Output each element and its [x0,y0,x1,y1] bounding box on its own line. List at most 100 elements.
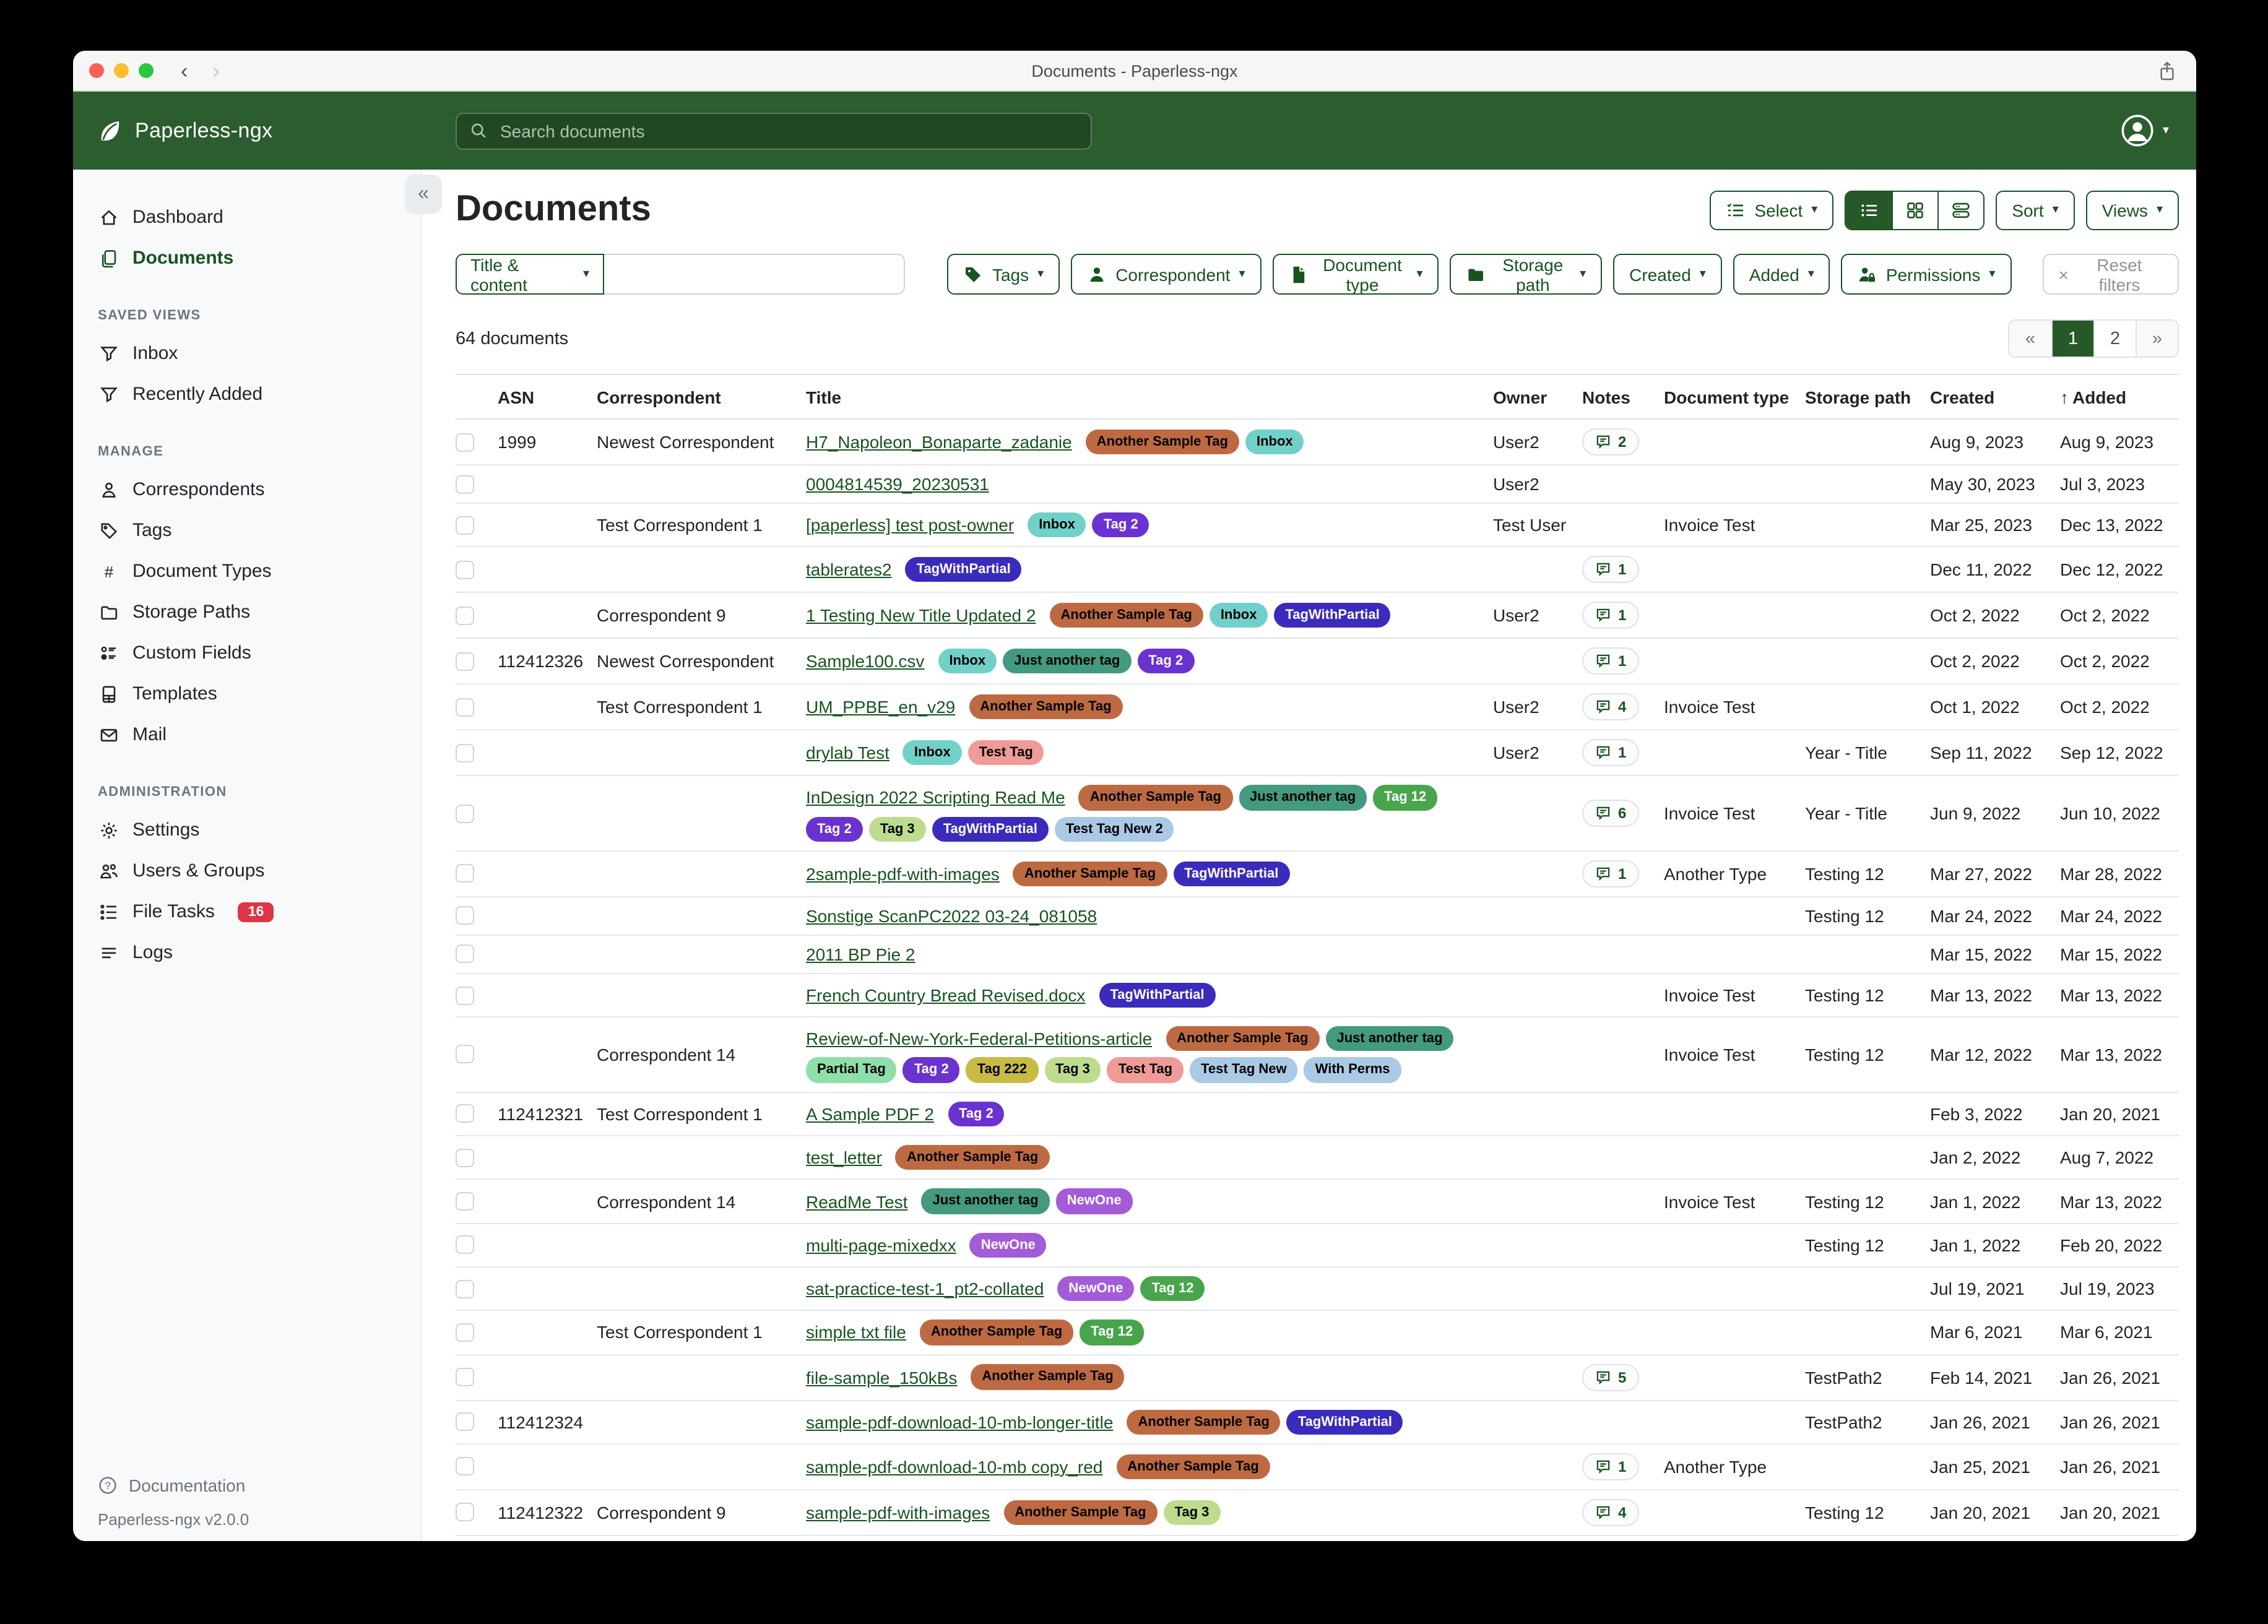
sidebar-item-file-tasks[interactable]: File Tasks16 [98,891,404,932]
document-title-link[interactable]: ReadMe Test [806,1191,907,1211]
row-checkbox[interactable] [456,1368,474,1386]
tag-chip[interactable]: Just another tag [1325,1026,1453,1052]
tag-chip[interactable]: Another Sample Tag [1079,785,1232,811]
tag-chip[interactable]: Test Tag [1107,1058,1184,1083]
tag-chip[interactable]: Tag 12 [1373,785,1437,811]
sidebar-item-dashboard[interactable]: Dashboard [98,197,404,238]
row-checkbox[interactable] [456,1236,474,1255]
tag-chip[interactable]: Another Sample Tag [920,1320,1073,1345]
tag-chip[interactable]: TagWithPartial [1099,983,1215,1008]
row-checkbox[interactable] [456,1045,474,1064]
row-checkbox[interactable] [456,804,474,823]
tag-chip[interactable]: Another Sample Tag [1013,861,1167,886]
row-checkbox[interactable] [456,1458,474,1476]
tag-chip[interactable]: TagWithPartial [906,557,1022,582]
tag-chip[interactable]: Another Sample Tag [1166,1026,1319,1052]
tag-chip[interactable]: Another Sample Tag [1050,603,1203,628]
row-checkbox[interactable] [456,1192,474,1211]
tag-chip[interactable]: TagWithPartial [932,816,1049,842]
document-title-link[interactable]: file-sample_150kBs [806,1367,957,1387]
notes-badge[interactable]: 1 [1582,602,1638,629]
grid-view-button[interactable] [1892,191,1937,228]
tag-chip[interactable]: Just another tag [1239,785,1367,811]
column-header-title[interactable]: Title [806,374,1493,419]
row-checkbox[interactable] [456,1503,474,1522]
tags-filter-button[interactable]: Tags▾ [948,254,1060,295]
column-header-storage-path[interactable]: Storage path [1805,374,1930,419]
document-title-link[interactable]: tablerates2 [806,560,892,580]
row-checkbox[interactable] [456,1323,474,1342]
tag-chip[interactable]: Test Tag New [1190,1058,1298,1083]
created-filter-button[interactable]: Created▾ [1613,254,1722,295]
row-checkbox[interactable] [456,607,474,625]
tag-chip[interactable]: Inbox [1210,603,1268,628]
views-button[interactable]: Views ▾ [2086,190,2179,230]
row-checkbox[interactable] [456,986,474,1004]
row-checkbox[interactable] [456,1148,474,1167]
minimize-window-button[interactable] [114,63,129,78]
zoom-window-button[interactable] [139,63,154,78]
browser-back-button[interactable]: ‹ [181,60,188,81]
tag-chip[interactable]: Tag 12 [1140,1276,1205,1302]
tag-chip[interactable]: Just another tag [1003,649,1131,674]
added-filter-button[interactable]: Added▾ [1733,254,1830,295]
document-title-link[interactable]: H7_Napoleon_Bonaparte_zadanie [806,432,1072,452]
notes-badge[interactable]: 1 [1582,556,1638,584]
document-title-link[interactable]: Sonstige ScanPC2022 03-24_081058 [806,906,1097,926]
row-checkbox[interactable] [456,865,474,883]
document-title-link[interactable]: French Country Bread Revised.docx [806,985,1085,1005]
sidebar-item-documents[interactable]: Documents [98,238,404,279]
document-title-link[interactable]: Sample100.csv [806,652,924,672]
document-title-link[interactable]: 0004814539_20230531 [806,474,989,494]
tag-chip[interactable]: Tag 2 [1137,649,1194,674]
row-checkbox[interactable] [456,1105,474,1123]
row-checkbox[interactable] [456,516,474,534]
search-input[interactable] [498,119,1078,142]
notes-badge[interactable]: 1 [1582,860,1638,888]
tag-chip[interactable]: Test Tag [968,740,1044,766]
sidebar-item-recently-added[interactable]: Recently Added [98,374,404,415]
document-title-link[interactable]: A Sample PDF 2 [806,1104,934,1124]
sidebar-item-inbox[interactable]: Inbox [98,333,404,374]
column-header-correspondent[interactable]: Correspondent [597,374,806,419]
column-header-notes[interactable]: Notes [1582,374,1664,419]
column-header-document-type[interactable]: Document type [1664,374,1805,419]
tag-chip[interactable]: With Perms [1304,1058,1401,1083]
pagination-next-button[interactable]: » [2136,321,2178,356]
storage-path-filter-button[interactable]: Storage path▾ [1450,254,1603,295]
pagination-page-2[interactable]: 2 [2093,321,2136,356]
row-checkbox[interactable] [456,744,474,762]
row-checkbox[interactable] [456,475,474,493]
row-checkbox[interactable] [456,945,474,964]
sort-button[interactable]: Sort ▾ [1996,190,2074,230]
document-type-filter-button[interactable]: Document type▾ [1273,254,1439,295]
tag-chip[interactable]: Tag 2 [1093,512,1149,538]
sidebar-item-users-groups[interactable]: Users & Groups [98,850,404,891]
tag-chip[interactable]: Tag 3 [1044,1058,1101,1083]
tag-chip[interactable]: Another Sample Tag [1086,430,1239,455]
tag-chip[interactable]: Tag 3 [869,816,926,842]
document-title-link[interactable]: InDesign 2022 Scripting Read Me [806,788,1065,808]
sidebar-item-templates[interactable]: Templates [98,673,404,714]
tag-chip[interactable]: Inbox [1028,512,1086,538]
document-title-link[interactable]: UM_PPBE_en_v29 [806,698,955,717]
tag-chip[interactable]: TagWithPartial [1287,1409,1403,1435]
notes-badge[interactable]: 2 [1582,428,1638,456]
column-header-created[interactable]: Created [1930,374,2060,419]
tag-chip[interactable]: Another Sample Tag [1116,1454,1270,1479]
tag-chip[interactable]: Tag 2 [903,1058,960,1083]
tag-chip[interactable]: Another Sample Tag [896,1145,1049,1170]
detail-view-button[interactable] [1937,191,1983,228]
sidebar-collapse-button[interactable]: « [405,175,442,214]
notes-badge[interactable]: 1 [1582,740,1638,767]
user-menu[interactable]: ▾ [2121,114,2169,147]
document-title-link[interactable]: Review-of-New-York-Federal-Petitions-art… [806,1029,1152,1049]
title-content-dropdown[interactable]: Title & content ▾ [456,254,604,295]
close-window-button[interactable] [89,63,104,78]
search-box[interactable] [456,112,1092,149]
pagination-page-1[interactable]: 1 [2051,321,2093,356]
share-icon[interactable] [2158,60,2176,81]
notes-badge[interactable]: 1 [1582,648,1638,675]
tag-chip[interactable]: Another Sample Tag [971,1365,1124,1390]
row-checkbox[interactable] [456,1279,474,1298]
